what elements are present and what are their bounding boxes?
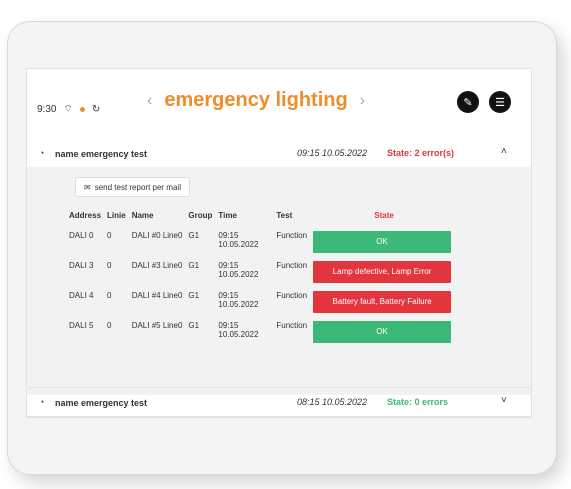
table-row: DALI 5 0 DALI #5 Line0 G1 09:15 10.05.20…: [69, 318, 461, 348]
menu-button[interactable]: ☰: [489, 91, 511, 113]
status-time: 9:30: [37, 104, 57, 115]
cell-address: DALI 5: [69, 321, 94, 330]
state-badge: Battery fault, Battery Failure: [313, 291, 452, 313]
cell-name: DALI #0 Line0: [131, 231, 183, 240]
test-name: name emergency test: [55, 149, 148, 159]
send-report-label: send test report per mail: [94, 182, 181, 192]
cell-test: Function: [276, 231, 308, 240]
cell-group: G1: [188, 261, 200, 270]
cell-group: G1: [188, 291, 200, 300]
table-row: DALI 3 0 DALI #3 Line0 G1 09:15 10.05.20…: [69, 258, 461, 288]
col-address: Address: [69, 211, 102, 220]
cell-address: DALI 4: [69, 291, 94, 300]
cell-time: 09:15 10.05.2022: [218, 291, 259, 309]
col-time: Time: [218, 211, 237, 220]
clock-icon: ◔: [39, 397, 45, 407]
clock-icon: ◔: [39, 148, 45, 158]
status-bar: 9:30 ⌔ ↻: [37, 103, 100, 116]
test-time: 09:15 10.05.2022: [297, 148, 368, 158]
test-time: 08:15 10.05.2022: [297, 397, 368, 407]
col-linie: Linie: [107, 211, 126, 220]
test-state: State: 0 errors: [387, 397, 449, 407]
tablet-device: 9:30 ⌔ ↻ ‹ emergency lighting › ✎ ☰ ◔ na…: [2, 12, 562, 482]
cell-linie: 0: [107, 291, 112, 300]
cell-linie: 0: [107, 321, 112, 330]
test-row-2[interactable]: ◔ name emergency test 08:15 10.05.2022 S…: [27, 387, 531, 417]
col-group: Group: [188, 211, 213, 220]
state-badge: OK: [313, 321, 452, 343]
device-bezel: 9:30 ⌔ ↻ ‹ emergency lighting › ✎ ☰ ◔ na…: [8, 22, 556, 474]
col-state: State: [374, 211, 394, 220]
device-screen: 9:30 ⌔ ↻ ‹ emergency lighting › ✎ ☰ ◔ na…: [26, 68, 532, 418]
test-name: name emergency test: [55, 398, 148, 408]
next-arrow-button[interactable]: ›: [360, 92, 365, 110]
cell-time: 09:15 10.05.2022: [218, 321, 259, 339]
cell-group: G1: [188, 231, 200, 240]
table-row: DALI 4 0 DALI #4 Line0 G1 09:15 10.05.20…: [69, 288, 461, 318]
pencil-icon: ✎: [463, 96, 473, 109]
cell-address: DALI 3: [69, 261, 94, 270]
chevron-down-icon[interactable]: ˅: [501, 395, 507, 406]
cell-test: Function: [276, 321, 308, 330]
cell-name: DALI #3 Line0: [131, 261, 183, 270]
mail-icon: ✉: [84, 182, 91, 192]
cell-time: 09:15 10.05.2022: [218, 231, 259, 249]
prev-arrow-button[interactable]: ‹: [147, 92, 152, 110]
chevron-up-icon[interactable]: ˄: [501, 146, 507, 157]
cell-address: DALI 0: [69, 231, 94, 240]
sync-icon: ↻: [91, 104, 101, 115]
state-badge: Lamp defective, Lamp Error: [313, 261, 452, 283]
test-details: ✉ send test report per mail Address Lini…: [27, 167, 531, 395]
table-row: DALI 0 0 DALI #0 Line0 G1 09:15 10.05.20…: [69, 228, 461, 258]
wifi-icon: ⌔: [63, 104, 73, 115]
edit-button[interactable]: ✎: [457, 91, 479, 113]
test-state: State: 2 error(s): [387, 148, 455, 158]
menu-icon: ☰: [495, 96, 505, 109]
page-title: emergency lighting: [164, 89, 348, 111]
cell-linie: 0: [107, 231, 112, 240]
cell-name: DALI #5 Line0: [131, 321, 183, 330]
cell-time: 09:15 10.05.2022: [218, 261, 259, 279]
cell-linie: 0: [107, 261, 112, 270]
cell-test: Function: [276, 261, 308, 270]
state-badge: OK: [313, 231, 452, 253]
send-report-button[interactable]: ✉ send test report per mail: [75, 177, 190, 197]
alert-dot-icon: [79, 107, 85, 112]
cell-group: G1: [188, 321, 200, 330]
col-name: Name: [131, 211, 154, 220]
col-test: Test: [276, 211, 293, 220]
results-table: Address Linie Name Group Time Test State…: [69, 207, 461, 348]
cell-test: Function: [276, 291, 308, 300]
cell-name: DALI #4 Line0: [131, 291, 183, 300]
test-row-1[interactable]: ◔ name emergency test 09:15 10.05.2022 S…: [27, 139, 531, 168]
